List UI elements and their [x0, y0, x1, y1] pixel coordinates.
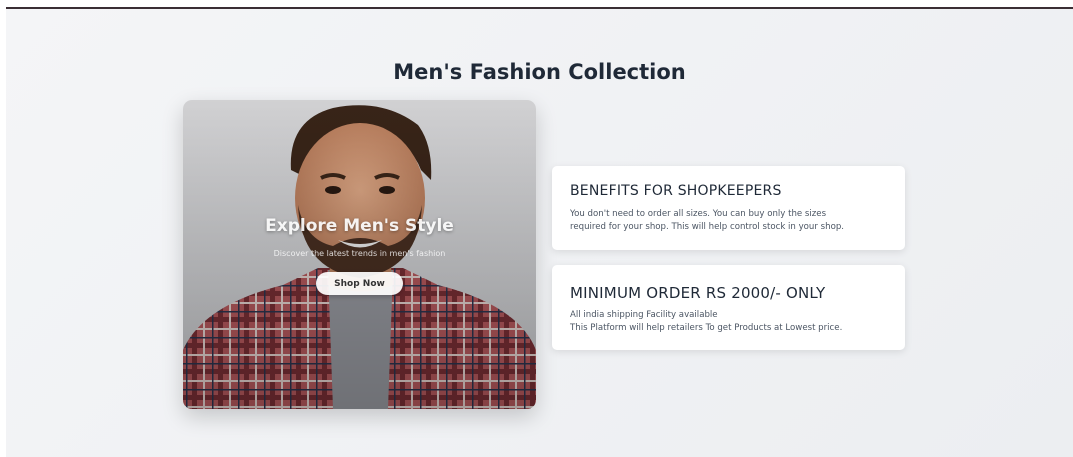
fashion-section: Men's Fashion Collection Explore Men's S…	[6, 9, 1073, 457]
benefits-line-1: You don't need to order all sizes. You c…	[570, 209, 827, 219]
minimum-order-line-2: This Platform will help retailers To get…	[570, 323, 843, 333]
hero-heading: Explore Men's Style	[265, 216, 454, 236]
hero-subheading: Discover the latest trends in men's fash…	[273, 249, 446, 258]
hero-card: Explore Men's Style Discover the latest …	[183, 100, 536, 409]
shop-now-button[interactable]: Shop Now	[316, 272, 403, 295]
minimum-order-card-text: All india shipping Facility available Th…	[570, 309, 900, 335]
minimum-order-line-1: All india shipping Facility available	[570, 310, 718, 320]
minimum-order-card-title: MINIMUM ORDER RS 2000/- ONLY	[570, 284, 826, 302]
benefits-line-2: required for your shop. This will help c…	[570, 222, 845, 232]
benefits-card-title: BENEFITS FOR SHOPKEEPERS	[570, 183, 782, 199]
benefits-card-text: You don't need to order all sizes. You c…	[570, 208, 900, 234]
benefits-card: BENEFITS FOR SHOPKEEPERS You don't need …	[552, 166, 905, 250]
page-title: Men's Fashion Collection	[393, 60, 686, 84]
minimum-order-card: MINIMUM ORDER RS 2000/- ONLY All india s…	[552, 265, 905, 350]
